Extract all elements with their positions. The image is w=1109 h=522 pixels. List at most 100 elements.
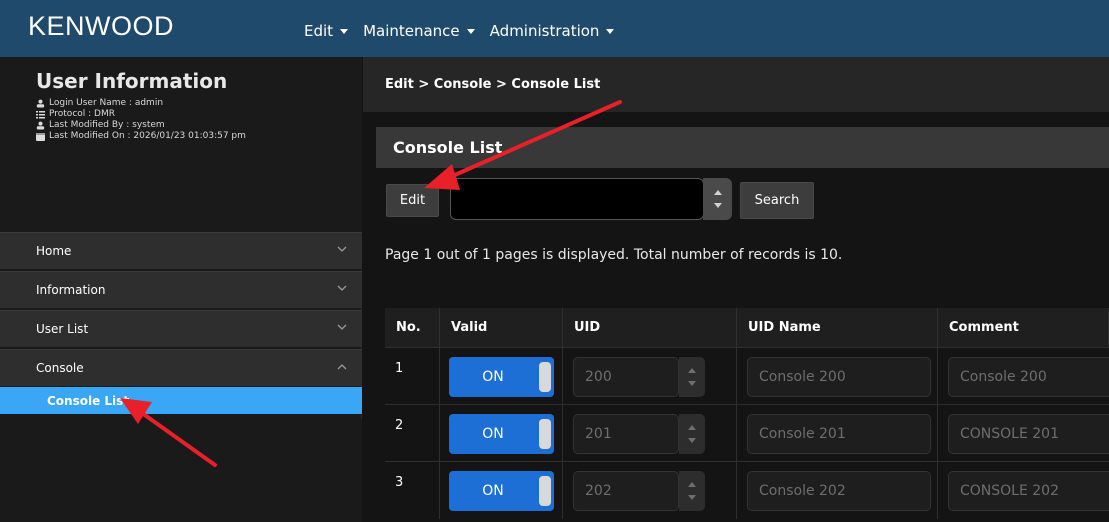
section-header: Console List (376, 127, 1109, 168)
cell-comment: Console 200 (938, 348, 1109, 405)
caret-down-icon (466, 28, 475, 34)
sidebar-item-label: Home (36, 244, 72, 258)
cell-uid-name: Console 200 (737, 348, 938, 405)
login-user-text: Login User Name : admin (49, 98, 164, 108)
table-row: 2 ON 201 Console 201 CONSOLE 201 (385, 405, 1109, 462)
search-button[interactable]: Search (740, 182, 814, 219)
console-table: No. Valid UID UID Name Comment 1 ON 200 … (385, 308, 1109, 522)
uid-field[interactable]: 201 (573, 414, 679, 454)
sidebar-item-user-list[interactable]: User List (0, 310, 362, 347)
chevron-up-icon[interactable] (688, 425, 696, 430)
sidebar: User Information Login User Name : admin… (0, 57, 362, 522)
uid-stepper[interactable] (679, 357, 705, 397)
login-user-line: Login User Name : admin (36, 98, 163, 108)
search-input[interactable] (450, 178, 704, 220)
table-row: 1 ON 200 Console 200 Console 200 (385, 348, 1109, 405)
comment-field[interactable]: CONSOLE 201 (948, 414, 1109, 454)
sidebar-item-label: User List (36, 322, 89, 336)
cell-no: 1 (385, 348, 440, 405)
main-menu: Edit Maintenance Administration (304, 22, 629, 40)
cell-valid: ON (440, 462, 563, 519)
cell-comment: CONSOLE 201 (938, 405, 1109, 462)
sidebar-item-label: Console (36, 361, 84, 375)
chevron-up-icon[interactable] (688, 368, 696, 373)
chevron-down-icon[interactable] (688, 438, 696, 443)
cell-uid-name: Console 202 (737, 462, 938, 519)
calendar-icon (36, 132, 45, 141)
page-title: Console List (393, 138, 503, 157)
row-number: 1 (395, 361, 404, 376)
chevron-down-icon[interactable] (713, 203, 722, 208)
breadcrumb: Edit > Console > Console List (385, 77, 601, 92)
uid-stepper[interactable] (679, 414, 705, 454)
column-header-uid-name: UID Name (737, 308, 938, 348)
cell-uid: 202 (563, 462, 737, 519)
valid-toggle[interactable]: ON (449, 357, 554, 397)
column-header-comment: Comment (938, 308, 1109, 348)
caret-down-icon (606, 28, 615, 34)
cell-valid: ON (440, 405, 563, 462)
toggle-label: ON (482, 369, 504, 385)
cell-uid: 200 (563, 348, 737, 405)
breadcrumb-bar: Edit > Console > Console List (363, 57, 1109, 112)
menu-administration[interactable]: Administration (490, 22, 615, 40)
modified-on-line: Last Modified On : 2026/01/23 01:03:57 p… (36, 131, 246, 141)
cell-no: 2 (385, 405, 440, 462)
modified-by-line: Last Modified By : system (36, 120, 165, 130)
table-row: 3 ON 202 Console 202 CONSOLE 202 (385, 462, 1109, 522)
toggle-label: ON (482, 483, 504, 499)
modified-on-text: Last Modified On : 2026/01/23 01:03:57 p… (49, 131, 246, 141)
sidebar-subitem-label: Console List (47, 393, 130, 408)
sidebar-subitem-console-list[interactable]: Console List (0, 387, 362, 414)
column-header-valid: Valid (440, 308, 563, 348)
caret-down-icon (340, 28, 349, 34)
chevron-down-icon (337, 324, 347, 330)
uid-name-field[interactable]: Console 202 (747, 471, 931, 511)
sidebar-item-console[interactable]: Console (0, 349, 362, 386)
sidebar-empty-area (0, 419, 362, 522)
sidebar-item-label: Information (36, 283, 106, 297)
menu-edit-label: Edit (304, 22, 334, 40)
list-icon (36, 110, 45, 119)
cell-no: 3 (385, 462, 440, 519)
menu-maintenance[interactable]: Maintenance (363, 22, 475, 40)
cell-comment: CONSOLE 202 (938, 462, 1109, 519)
user-icon (36, 121, 45, 130)
comment-field[interactable]: CONSOLE 202 (948, 471, 1109, 511)
search-stepper[interactable] (703, 178, 732, 220)
row-number: 3 (395, 475, 404, 490)
column-header-uid: UID (563, 308, 737, 348)
modified-by-text: Last Modified By : system (49, 120, 165, 130)
toggle-label: ON (482, 426, 504, 442)
top-navbar: KENWOOD Edit Maintenance Administration (0, 0, 1109, 57)
valid-toggle[interactable]: ON (449, 471, 554, 511)
sidebar-item-home[interactable]: Home (0, 232, 362, 269)
valid-toggle[interactable]: ON (449, 414, 554, 454)
chevron-down-icon[interactable] (688, 495, 696, 500)
protocol-line: Protocol : DMR (36, 109, 115, 119)
menu-edit[interactable]: Edit (304, 22, 349, 40)
pagination-info: Page 1 out of 1 pages is displayed. Tota… (385, 247, 843, 263)
sidebar-item-information[interactable]: Information (0, 271, 362, 308)
user-info-panel: User Information Login User Name : admin… (0, 57, 362, 232)
uid-stepper[interactable] (679, 471, 705, 511)
brand-logo[interactable]: KENWOOD (28, 11, 174, 42)
toggle-knob (539, 362, 551, 392)
toggle-knob (539, 476, 551, 506)
chevron-down-icon[interactable] (688, 381, 696, 386)
uid-name-field[interactable]: Console 200 (747, 357, 931, 397)
edit-button[interactable]: Edit (386, 184, 439, 217)
toggle-knob (539, 419, 551, 449)
menu-administration-label: Administration (489, 22, 600, 40)
chevron-up-icon[interactable] (688, 482, 696, 487)
uid-field[interactable]: 202 (573, 471, 679, 511)
comment-field[interactable]: Console 200 (948, 357, 1109, 397)
chevron-up-icon (337, 364, 347, 370)
uid-field[interactable]: 200 (573, 357, 679, 397)
cell-uid: 201 (563, 405, 737, 462)
cell-valid: ON (440, 348, 563, 405)
chevron-down-icon (337, 246, 347, 252)
protocol-text: Protocol : DMR (49, 109, 115, 119)
chevron-up-icon[interactable] (713, 190, 722, 195)
uid-name-field[interactable]: Console 201 (747, 414, 931, 454)
